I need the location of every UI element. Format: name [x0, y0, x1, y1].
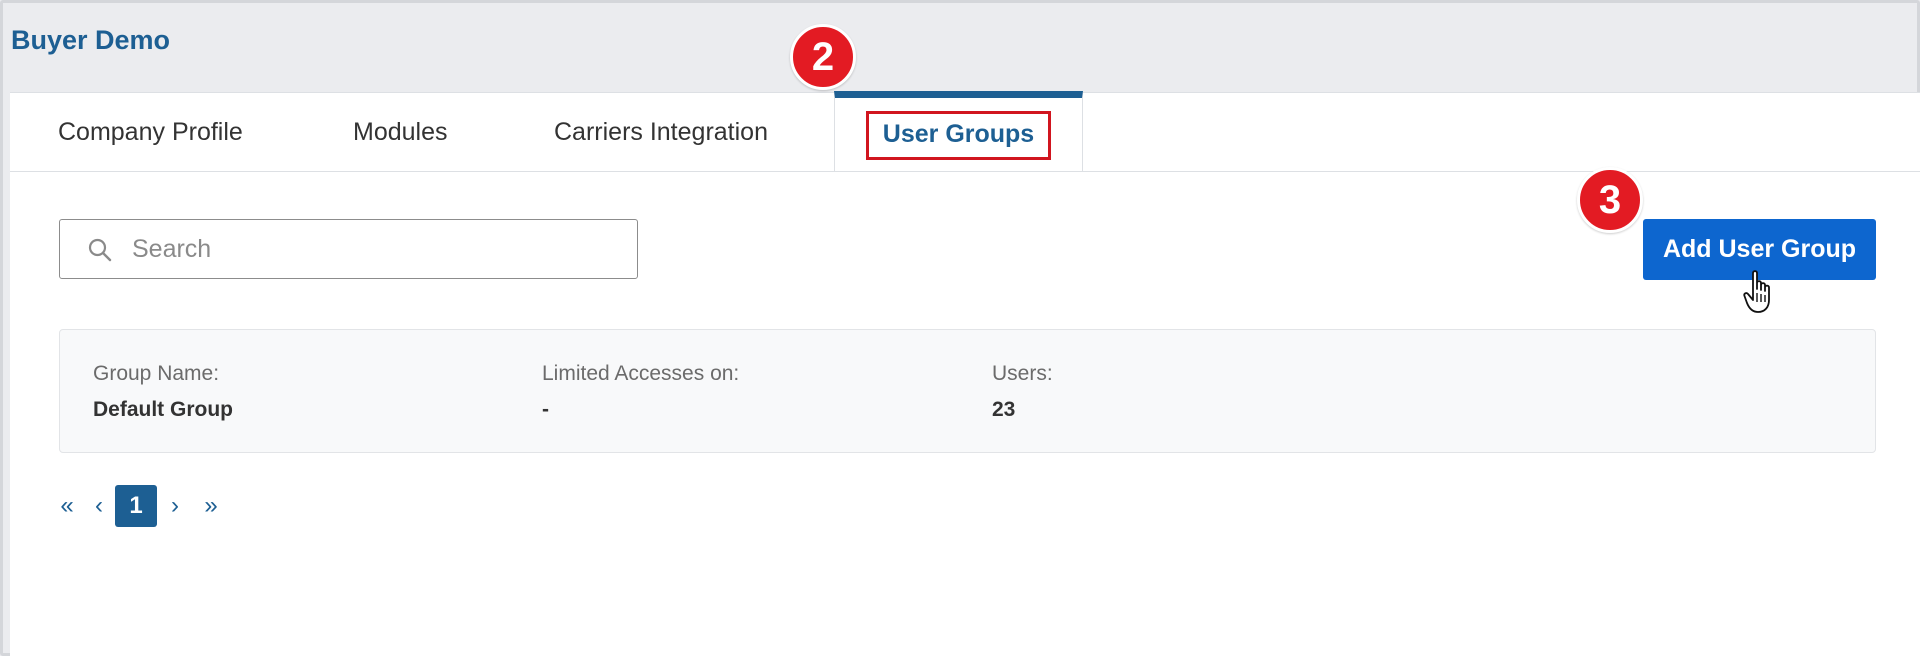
step-2-callout: 2	[790, 24, 856, 90]
hand-pointer-icon	[1743, 270, 1770, 313]
tab-user-groups[interactable]: User Groups	[834, 91, 1083, 171]
pagination: « ‹ 1 › »	[57, 485, 223, 527]
limited-accesses-label: Limited Accesses on:	[542, 362, 740, 385]
app-frame: Buyer Demo 2 Company Profile Modules Car…	[0, 0, 1920, 656]
search-icon	[88, 238, 112, 262]
limited-accesses-field: Limited Accesses on: -	[542, 362, 739, 422]
search-input[interactable]	[132, 228, 622, 270]
page-title: Buyer Demo	[11, 25, 171, 55]
group-name-field: Group Name: Default Group	[93, 362, 233, 422]
users-label: Users:	[992, 362, 1053, 385]
tab-company-profile[interactable]: Company Profile	[58, 93, 243, 172]
group-name-value: Default Group	[93, 398, 233, 421]
users-count: 23	[992, 398, 1016, 421]
search-box[interactable]	[59, 219, 638, 279]
prev-page-button[interactable]: ‹	[89, 485, 109, 527]
limited-accesses-value: -	[542, 398, 549, 421]
last-page-button[interactable]: »	[199, 485, 223, 527]
first-page-button[interactable]: «	[57, 485, 77, 527]
tab-bar: Company Profile Modules Carriers Integra…	[10, 91, 1920, 172]
users-field: Users: 23	[992, 362, 1053, 422]
next-page-button[interactable]: ›	[165, 485, 185, 527]
tab-user-groups-label: User Groups	[865, 111, 1052, 160]
group-name-label: Group Name:	[93, 362, 220, 385]
step-3-callout: 3	[1577, 167, 1643, 233]
tab-modules[interactable]: Modules	[353, 93, 448, 172]
page-1-button[interactable]: 1	[115, 485, 157, 527]
tab-carriers-integration[interactable]: Carriers Integration	[554, 93, 768, 172]
user-group-card[interactable]: Group Name: Default Group Limited Access…	[59, 329, 1876, 453]
